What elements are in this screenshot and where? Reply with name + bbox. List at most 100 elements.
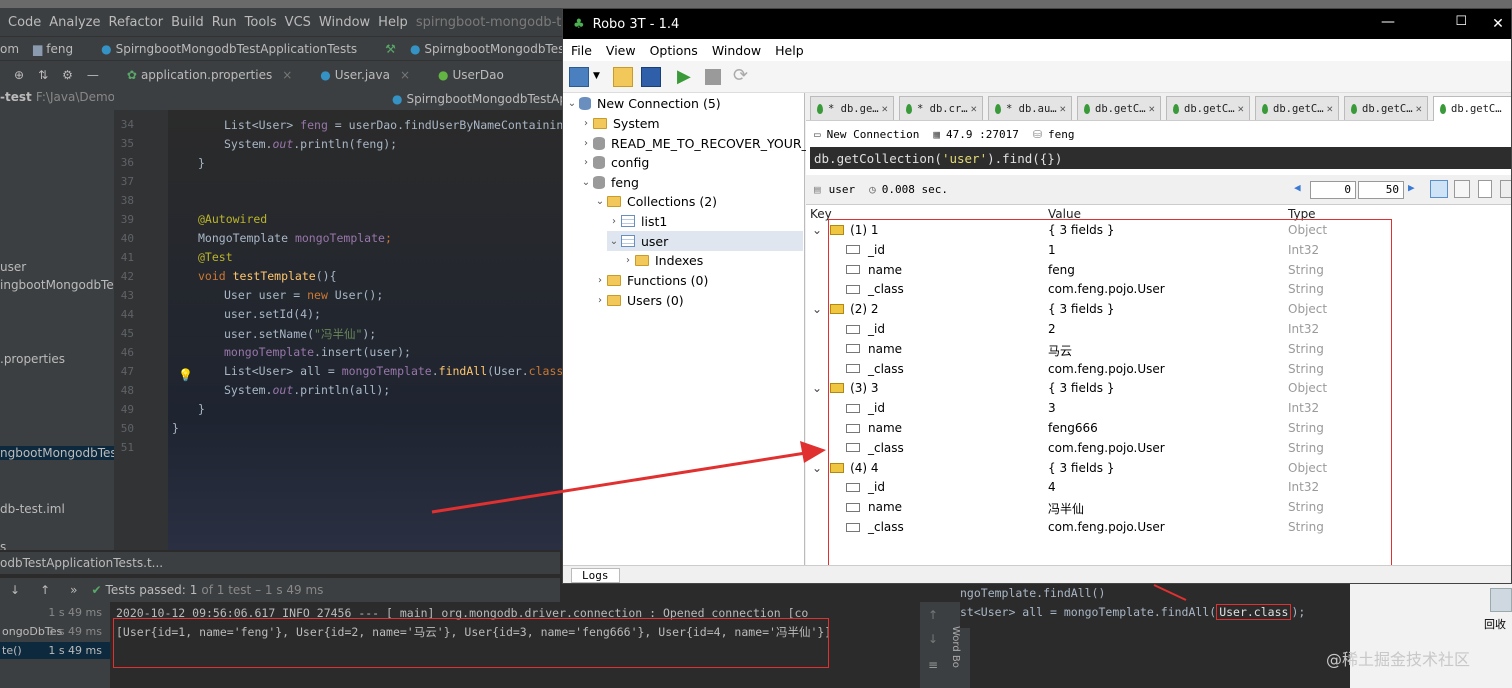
recycle-bin-icon[interactable] <box>1490 588 1512 612</box>
tree-collections[interactable]: ⌄ Collections (2) <box>593 191 717 211</box>
test-item[interactable]: ongoDbTes 1 s 49 ms <box>2 625 108 638</box>
query-tab[interactable]: db.getC… ✕ <box>1255 96 1339 120</box>
tree-functions[interactable]: › Functions (0) <box>593 270 708 290</box>
execute-icon[interactable]: ▶ <box>677 66 691 87</box>
soft-wrap-icon[interactable]: ≡ <box>928 658 938 672</box>
tree-view-icon[interactable] <box>1430 180 1448 198</box>
limit-input[interactable]: 50 <box>1358 181 1404 199</box>
maximize-button[interactable]: ☐ <box>1455 14 1467 29</box>
close-icon[interactable]: ✕ <box>1238 103 1244 115</box>
tree-db-readme[interactable]: › READ_ME_TO_RECOVER_YOUR_... <box>579 133 820 153</box>
tree-db-system[interactable]: › System <box>579 113 660 133</box>
close-icon[interactable]: ✕ <box>882 103 888 115</box>
tree-connection[interactable]: ⌄ New Connection (5) <box>565 93 721 113</box>
close-icon[interactable]: ✕ <box>971 103 977 115</box>
breadcrumb-item[interactable]: ● SpirngbootMongodbTestApplicationTests <box>101 42 371 56</box>
menu-window[interactable]: Window <box>712 43 761 58</box>
skip-input[interactable]: 0 <box>1310 181 1356 199</box>
query-tab-active[interactable]: db.getC… <box>1433 96 1511 121</box>
chevron-down-icon[interactable]: ⌄ <box>812 461 822 475</box>
close-icon[interactable]: × <box>400 68 410 82</box>
menu-tools[interactable]: Tools <box>245 15 277 30</box>
close-icon[interactable]: ✕ <box>1060 103 1066 115</box>
chevron-down-icon[interactable]: ⌄ <box>607 236 621 247</box>
chevron-right-icon[interactable]: › <box>579 118 593 129</box>
breadcrumb-item[interactable]: om <box>0 42 19 56</box>
crosshair-icon[interactable]: ⊕ <box>14 68 24 82</box>
chevron-right-icon[interactable]: › <box>593 295 607 306</box>
menu-help[interactable]: Help <box>775 43 804 58</box>
breadcrumb-item[interactable]: ▆ feng <box>33 42 87 56</box>
build-icon[interactable]: ⚒ <box>385 42 396 56</box>
tab-user-java[interactable]: ● User.java × <box>320 68 410 82</box>
tree-collection-user[interactable]: ⌄ user <box>607 231 803 251</box>
tree-collection-list1[interactable]: › list1 <box>607 211 667 231</box>
run-tab[interactable]: odbTestApplicationTests.t... <box>0 552 560 574</box>
tree-item[interactable]: db-test.iml <box>0 502 65 516</box>
chevron-down-icon[interactable]: ⌄ <box>812 302 822 316</box>
menu-options[interactable]: Options <box>650 43 698 58</box>
refresh-icon[interactable]: ⟳ <box>733 65 748 86</box>
word-side-label[interactable]: Word Bo <box>950 626 961 668</box>
open-folder-icon[interactable] <box>613 67 633 87</box>
chevron-down-icon[interactable]: ⌄ <box>812 381 822 395</box>
connect-icon[interactable] <box>569 67 589 87</box>
close-icon[interactable]: ✕ <box>1416 103 1422 115</box>
tree-users[interactable]: › Users (0) <box>593 290 684 310</box>
lightbulb-icon[interactable]: 💡 <box>178 368 193 382</box>
stop-icon[interactable] <box>705 69 721 85</box>
chevron-right-icon[interactable]: › <box>607 216 621 227</box>
project-root[interactable]: -test F:\Java\Demo\ <box>0 90 114 104</box>
tree-item[interactable]: user <box>0 260 26 274</box>
menu-code[interactable]: Code <box>8 15 41 30</box>
query-tab[interactable]: * db.cr… ✕ <box>899 96 983 120</box>
custom-view-icon[interactable] <box>1500 180 1511 198</box>
minimize-button[interactable]: — <box>1381 14 1395 30</box>
recycle-bin-label[interactable]: 回收 <box>1484 616 1506 632</box>
table-view-icon[interactable] <box>1454 180 1470 198</box>
menu-file[interactable]: File <box>571 43 592 58</box>
scroll-up-icon[interactable]: ↑ <box>928 608 938 622</box>
text-view-icon[interactable] <box>1478 180 1492 198</box>
query-tab[interactable]: * db.ge… ✕ <box>810 96 894 120</box>
menu-run[interactable]: Run <box>212 15 237 30</box>
test-item-selected[interactable]: te() 1 s 49 ms <box>0 642 110 659</box>
query-editor[interactable]: db.getCollection('user').find({}) <box>810 147 1511 169</box>
menu-vcs[interactable]: VCS <box>285 15 311 30</box>
chevron-right-icon[interactable]: › <box>621 255 635 266</box>
logs-tab[interactable]: Logs <box>571 568 620 583</box>
menu-refactor[interactable]: Refactor <box>109 15 164 30</box>
editor-tab-active[interactable]: ● SpirngbootMongodbTestAp <box>392 92 567 106</box>
scroll-down-icon[interactable]: ↓ <box>928 632 938 646</box>
query-tab[interactable]: db.getC… ✕ <box>1344 96 1428 120</box>
query-tab[interactable]: db.getC… ✕ <box>1166 96 1250 120</box>
code-editor[interactable]: List<User> feng = userDao.findUserByName… <box>168 110 568 550</box>
close-icon[interactable]: ✕ <box>1327 103 1333 115</box>
arrow-right-icon[interactable]: ↑ <box>40 583 50 597</box>
chevron-down-icon[interactable]: ▼ <box>593 71 600 81</box>
menu-view[interactable]: View <box>606 43 636 58</box>
menu-window[interactable]: Window <box>319 15 370 30</box>
tree-indexes[interactable]: › Indexes <box>621 250 703 270</box>
menu-build[interactable]: Build <box>171 15 204 30</box>
expand-icon[interactable]: » <box>70 583 77 597</box>
query-tab[interactable]: * db.au… ✕ <box>988 96 1072 120</box>
close-button[interactable]: ✕ <box>1483 9 1511 39</box>
close-icon[interactable]: × <box>282 68 292 82</box>
chevron-down-icon[interactable]: ⌄ <box>579 177 593 188</box>
chevron-right-icon[interactable]: › <box>579 157 593 168</box>
query-tab[interactable]: db.getC… ✕ <box>1077 96 1161 120</box>
tree-item[interactable]: .properties <box>0 352 65 366</box>
chevron-right-icon[interactable]: › <box>579 138 593 149</box>
chevron-down-icon[interactable]: ⌄ <box>593 196 607 207</box>
collapse-icon[interactable]: ⇅ <box>38 68 48 82</box>
menu-analyze[interactable]: Analyze <box>49 15 100 30</box>
chevron-down-icon[interactable]: ⌄ <box>565 98 579 109</box>
tree-db-feng[interactable]: ⌄ feng <box>579 172 639 192</box>
tab-userdao[interactable]: ● UserDao <box>438 68 504 82</box>
tab-application-properties[interactable]: ✿ application.properties × <box>127 68 292 82</box>
tree-item[interactable]: ingbootMongodbTest <box>0 278 114 292</box>
save-icon[interactable] <box>641 67 661 87</box>
menu-help[interactable]: Help <box>378 15 408 30</box>
gear-icon[interactable]: ⚙ <box>62 68 73 82</box>
